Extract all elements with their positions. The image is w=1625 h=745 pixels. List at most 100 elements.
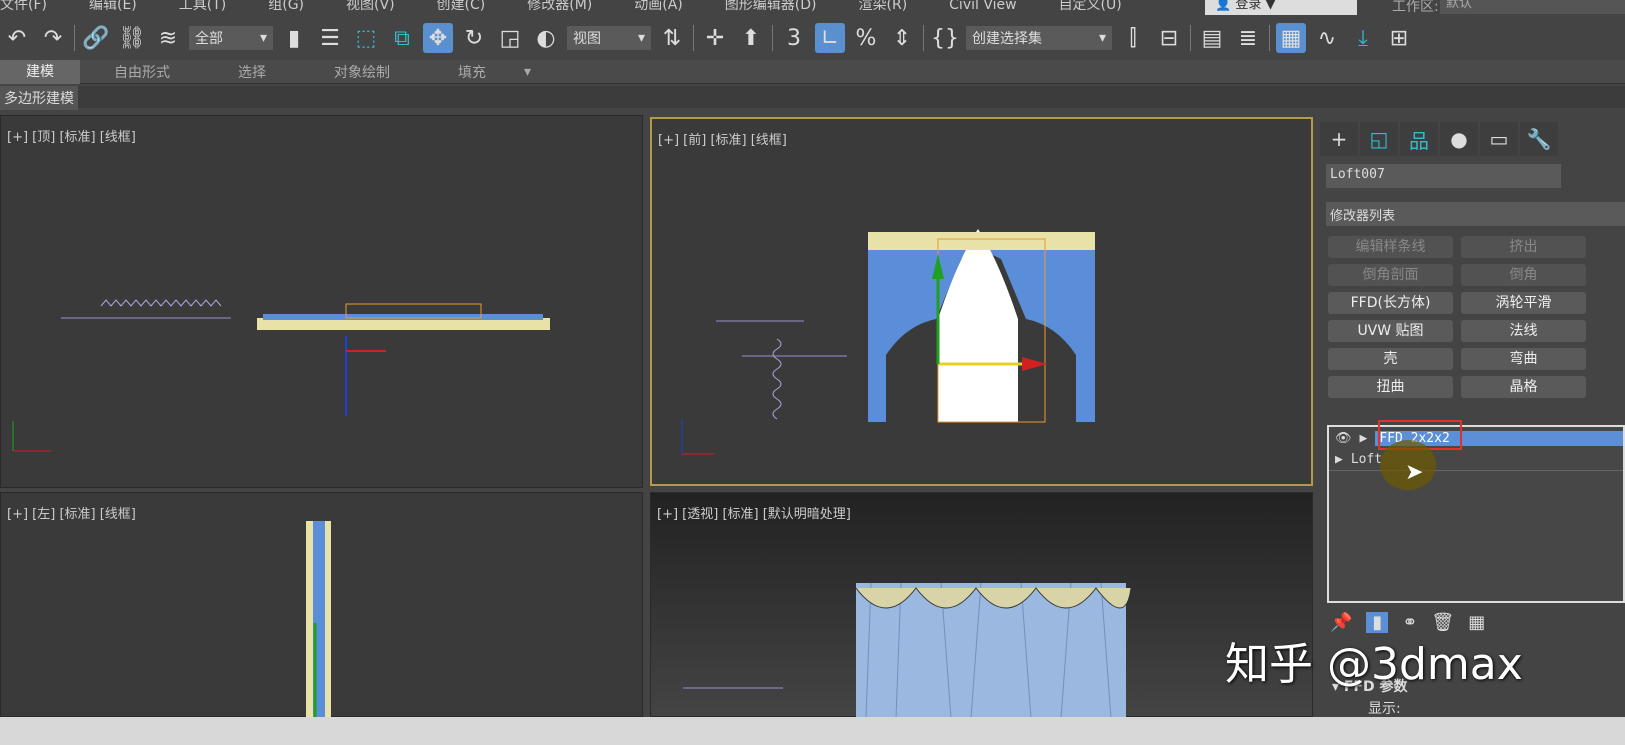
viewport-label[interactable]: [+] [顶] [标准] [线框] [7,126,136,145]
modifier-list-dropdown[interactable]: 修改器列表 [1326,202,1625,226]
viewport-perspective-scene [683,582,1132,723]
modifier-button[interactable]: 弯曲 [1461,348,1586,370]
undo-icon[interactable]: ↶ [2,23,32,53]
stack-item-ffd[interactable]: 👁 ▶ FFD 2x2x2 [1329,427,1623,449]
reference-coord-dropdown[interactable]: 视图 ▾ [567,26,651,50]
menu-modifiers[interactable]: 修改器(M) [527,0,592,12]
menu-tools[interactable]: 工具(T) [179,0,226,12]
user-icon: 👤 [1215,0,1232,12]
schematic-view-icon[interactable]: ⤓ [1348,23,1378,53]
scale-icon[interactable]: ◲ [495,23,525,53]
modifier-button[interactable]: 晶格 [1461,376,1586,398]
scene-explorer-icon[interactable]: ▤ [1197,23,1227,53]
bind-spacewarp-icon[interactable]: ≋ [153,23,183,53]
motion-tab-icon[interactable]: ● [1440,122,1478,156]
viewport-left-scene [306,521,331,721]
material-editor-icon[interactable]: ⊞ [1384,23,1414,53]
redo-icon[interactable]: ↷ [38,23,68,53]
modifier-button[interactable]: UVW 贴图 [1328,320,1453,342]
tab-selection[interactable]: 选择 [204,62,300,82]
create-tab-icon[interactable]: + [1320,122,1358,156]
select-manipulate-icon[interactable]: ✛ [700,23,730,53]
modifier-button[interactable]: 倒角 [1461,264,1586,286]
workspace-dropdown[interactable]: 默认 [1440,0,1625,14]
unlink-icon[interactable]: ⛓ [117,23,147,53]
ribbon-options-icon[interactable]: ▾ [520,64,535,80]
menu-create[interactable]: 创建(C) [437,0,486,12]
tab-freeform[interactable]: 自由形式 [80,62,204,82]
modify-tab-icon[interactable]: ◱ [1360,122,1398,156]
expand-icon[interactable]: ▶ [1335,452,1343,467]
viewport-perspective[interactable]: [+] [透视] [标准] [默认明暗处理] [650,492,1313,723]
polygon-modeling-tab[interactable]: 多边形建模 [0,86,78,110]
viewport-label[interactable]: [+] [前] [标准] [线框] [658,129,787,148]
snaps-toggle-icon[interactable]: 3 [779,23,809,53]
menu-edit[interactable]: 编辑(E) [89,0,137,12]
chevron-down-icon: ▾ [637,30,645,46]
curve-editor-icon[interactable]: ∿ [1312,23,1342,53]
menu-rendering[interactable]: 渲染(R) [859,0,908,12]
select-by-name-icon[interactable]: ☰ [315,23,345,53]
viewport-front-active[interactable]: [+] [前] [标准] [线框] [650,117,1313,486]
tab-populate[interactable]: 填充 [424,62,520,82]
modifier-button[interactable]: 扭曲 [1328,376,1453,398]
keyboard-shortcut-icon[interactable]: ⬆ [736,23,766,53]
menu-civil-view[interactable]: Civil View [949,0,1016,12]
expand-icon[interactable]: ▶ [1360,431,1368,446]
angle-snap-icon[interactable]: ∟ [815,23,845,53]
selection-filter-dropdown[interactable]: 全部 ▾ [189,26,273,50]
layer-explorer-icon[interactable]: ≣ [1233,23,1263,53]
edit-named-selection-icon[interactable]: {} [930,23,960,53]
pivot-center-icon[interactable]: ⇅ [657,23,687,53]
percent-snap-icon[interactable]: % [851,23,881,53]
divider [1190,25,1191,51]
display-label: 显示: [1368,701,1401,717]
mouse-cursor-icon: ➤ [1405,460,1424,485]
viewport-label[interactable]: [+] [左] [标准] [线框] [7,503,136,522]
viewport-top[interactable]: [+] [顶] [标准] [线框] [0,115,643,488]
status-bar [0,717,1625,745]
modifier-button[interactable]: 挤出 [1461,236,1586,258]
utilities-wrench-icon[interactable]: 🔧 [1520,122,1558,156]
mirror-icon[interactable]: ⫿ [1118,23,1148,53]
menu-bar: 文件(F) 编辑(E) 工具(T) 组(G) 视图(V) 创建(C) 修改器(M… [0,0,1625,18]
menu-file[interactable]: 文件(F) [0,0,47,12]
viewport-left[interactable]: [+] [左] [标准] [线框] [0,492,643,721]
rect-selection-icon[interactable]: ⬚ [351,23,381,53]
rotate-icon[interactable]: ↻ [459,23,489,53]
spinner-snap-icon[interactable]: ⇕ [887,23,917,53]
object-name-field[interactable]: Loft007 [1326,164,1561,188]
menu-customize[interactable]: 自定义(U) [1059,0,1122,12]
viewport-label[interactable]: [+] [透视] [标准] [默认明暗处理] [657,503,851,522]
menu-group[interactable]: 组(G) [268,0,304,12]
link-icon[interactable]: 🔗 [81,23,111,53]
hierarchy-tab-icon[interactable]: 品 [1400,122,1438,156]
modifier-buttons: 编辑样条线 挤出 倒角剖面 倒角 FFD(长方体) 涡轮平滑 UVW 贴图 法线壳弯曲 扭曲 晶格 [1318,226,1625,398]
menu-graph-editors[interactable]: 图形编辑器(D) [725,0,817,12]
modifier-button[interactable]: 编辑样条线 [1328,236,1453,258]
eye-icon[interactable]: 👁 [1335,431,1352,446]
ribbon-toggle-icon[interactable]: ▦ [1276,23,1306,53]
modifier-stack[interactable]: 👁 ▶ FFD 2x2x2 ▶ Loft [1327,425,1625,603]
login-dropdown[interactable]: 👤 登录 ▼ [1205,0,1357,15]
named-selection-dropdown[interactable]: 创建选择集 ▾ [966,26,1112,50]
divider [693,25,694,51]
divider [772,25,773,51]
move-icon[interactable]: ✥ [423,23,453,53]
menu-view[interactable]: 视图(V) [346,0,395,12]
stack-item-loft[interactable]: ▶ Loft [1329,449,1623,471]
modifier-button[interactable]: 涡轮平滑 [1461,292,1586,314]
tab-modeling[interactable]: 建模 [0,59,80,84]
placement-icon[interactable]: ◐ [531,23,561,53]
modifier-button[interactable]: 法线 [1461,320,1586,342]
select-object-icon[interactable]: ▮ [279,23,309,53]
display-tab-icon[interactable]: ▭ [1480,122,1518,156]
window-crossing-icon[interactable]: ⧉ [387,23,417,53]
menu-animation[interactable]: 动画(A) [634,0,683,12]
modifier-button[interactable]: 壳 [1328,348,1453,370]
tab-object-paint[interactable]: 对象绘制 [300,62,424,82]
modifier-button[interactable]: FFD(长方体) [1328,292,1453,314]
watermark: 知乎 @3dmax [1225,639,1523,690]
modifier-button[interactable]: 倒角剖面 [1328,264,1453,286]
align-icon[interactable]: ⊟ [1154,23,1184,53]
